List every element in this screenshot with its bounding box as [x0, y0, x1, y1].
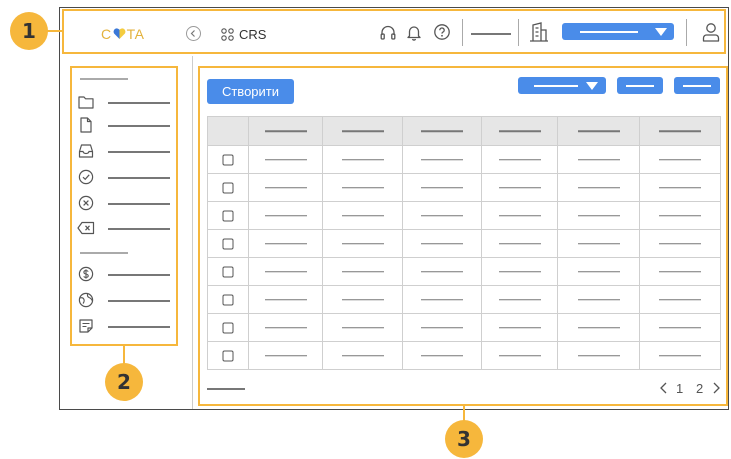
annotation-badge-2: 2 — [105, 363, 143, 401]
sidebar-divider — [192, 56, 193, 409]
badge-1-connector — [46, 30, 62, 32]
annotation-badge-3: 3 — [445, 420, 483, 458]
highlight-header — [62, 9, 726, 54]
badge-2-connector — [123, 346, 125, 364]
highlight-main — [198, 66, 728, 406]
annotation-badge-1: 1 — [10, 12, 48, 50]
highlight-sidebar — [70, 66, 178, 346]
